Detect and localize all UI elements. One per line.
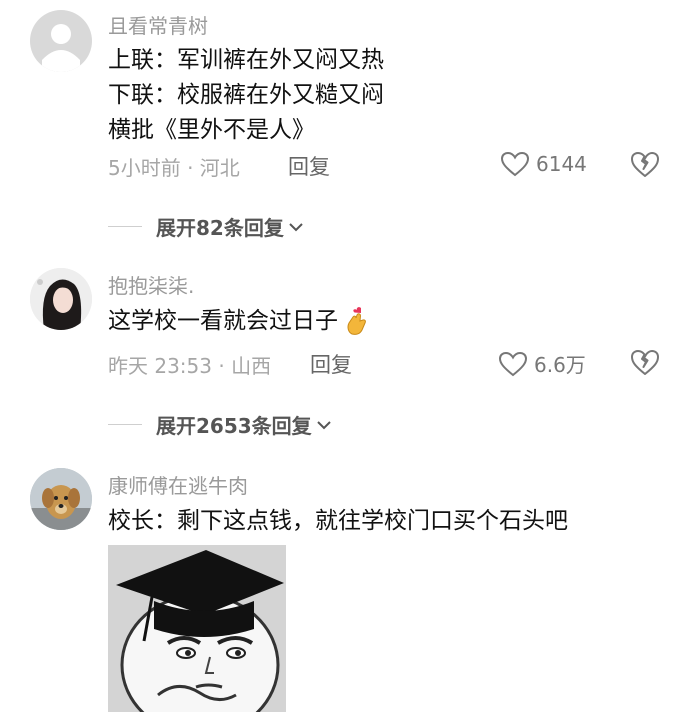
like-count: 6144 <box>536 152 587 176</box>
chevron-down-icon <box>289 222 303 231</box>
graduation-cap-meme-sticker[interactable] <box>108 545 286 712</box>
like-count: 6.6万 <box>534 353 586 377</box>
expand-replies-label: 展开82条回复 <box>156 216 284 240</box>
expand-replies[interactable]: 展开82条回复 <box>108 212 304 241</box>
heart-icon <box>500 151 530 177</box>
comment-meta: 5小时前 · 河北 <box>108 156 240 180</box>
heart-icon <box>498 351 528 376</box>
broken-heart-icon[interactable] <box>630 150 660 178</box>
comment-username[interactable]: 抱抱柒柒. <box>108 270 194 299</box>
comment-username[interactable]: 康师傅在逃牛肉 <box>108 470 248 499</box>
expand-replies-label: 展开2653条回复 <box>156 414 312 438</box>
chevron-down-icon <box>316 420 331 429</box>
like-button[interactable]: 6144 <box>500 151 587 177</box>
comment-text-line: 上联：军训裤在外又闷又热 <box>108 47 384 73</box>
reply-button[interactable]: 回复 <box>310 349 352 379</box>
like-button[interactable]: 6.6万 <box>498 349 586 378</box>
default-avatar-icon[interactable] <box>30 10 92 72</box>
comment-username[interactable]: 且看常青树 <box>108 10 208 39</box>
comment-text-line: 校长：剩下这点钱，就往学校门口买个石头吧 <box>108 508 568 534</box>
comment-text: 这学校一看就会过日子 <box>108 308 338 334</box>
expand-replies[interactable]: 展开2653条回复 <box>108 410 332 439</box>
girl-photo-avatar[interactable] <box>30 268 92 330</box>
finger-heart-emoji <box>347 307 366 335</box>
reply-button[interactable]: 回复 <box>288 151 330 181</box>
comment-text-line: 横批《里外不是人》 <box>108 117 315 143</box>
comment-text-line: 下联：校服裤在外又糙又闷 <box>108 82 384 108</box>
comment-meta: 昨天 23:53 · 山西 <box>108 354 272 378</box>
divider-line <box>108 424 142 425</box>
dog-photo-avatar[interactable] <box>30 468 92 530</box>
comment-text-line: 这学校一看就会过日子 <box>108 306 372 336</box>
broken-heart-icon[interactable] <box>630 348 660 376</box>
divider-line <box>108 226 142 227</box>
